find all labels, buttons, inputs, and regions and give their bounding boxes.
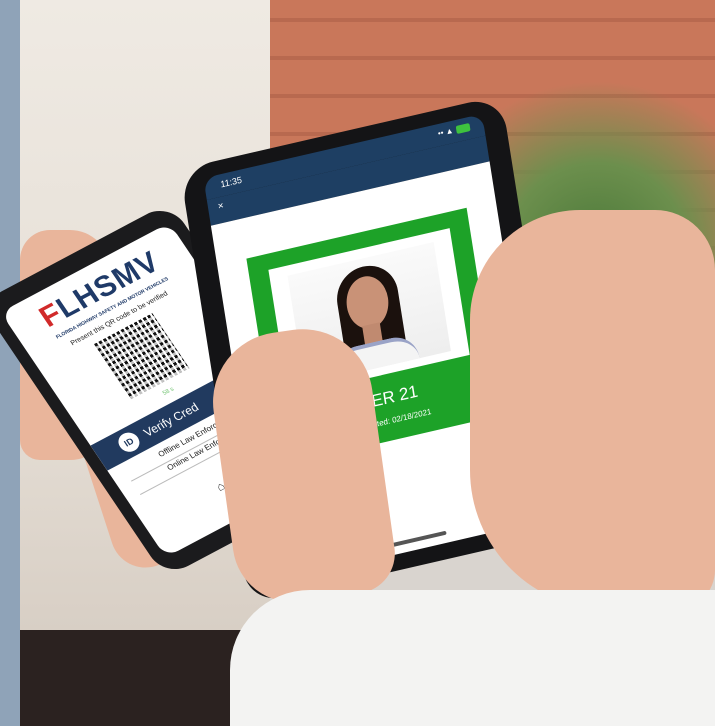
id-badge-icon: ID xyxy=(114,429,144,456)
status-icons: •• ▲ xyxy=(437,122,471,139)
signal-icon: •• ▲ xyxy=(437,125,455,139)
white-sleeve xyxy=(230,590,715,726)
close-icon[interactable]: × xyxy=(217,200,224,212)
left-frame-border xyxy=(0,0,20,726)
status-time: 11:35 xyxy=(219,174,243,190)
photo-scene: FLHSMV FLORIDA HIGHWAY SAFETY AND MOTOR … xyxy=(0,0,715,726)
right-hand-palm xyxy=(470,210,715,610)
battery-icon xyxy=(455,122,471,134)
